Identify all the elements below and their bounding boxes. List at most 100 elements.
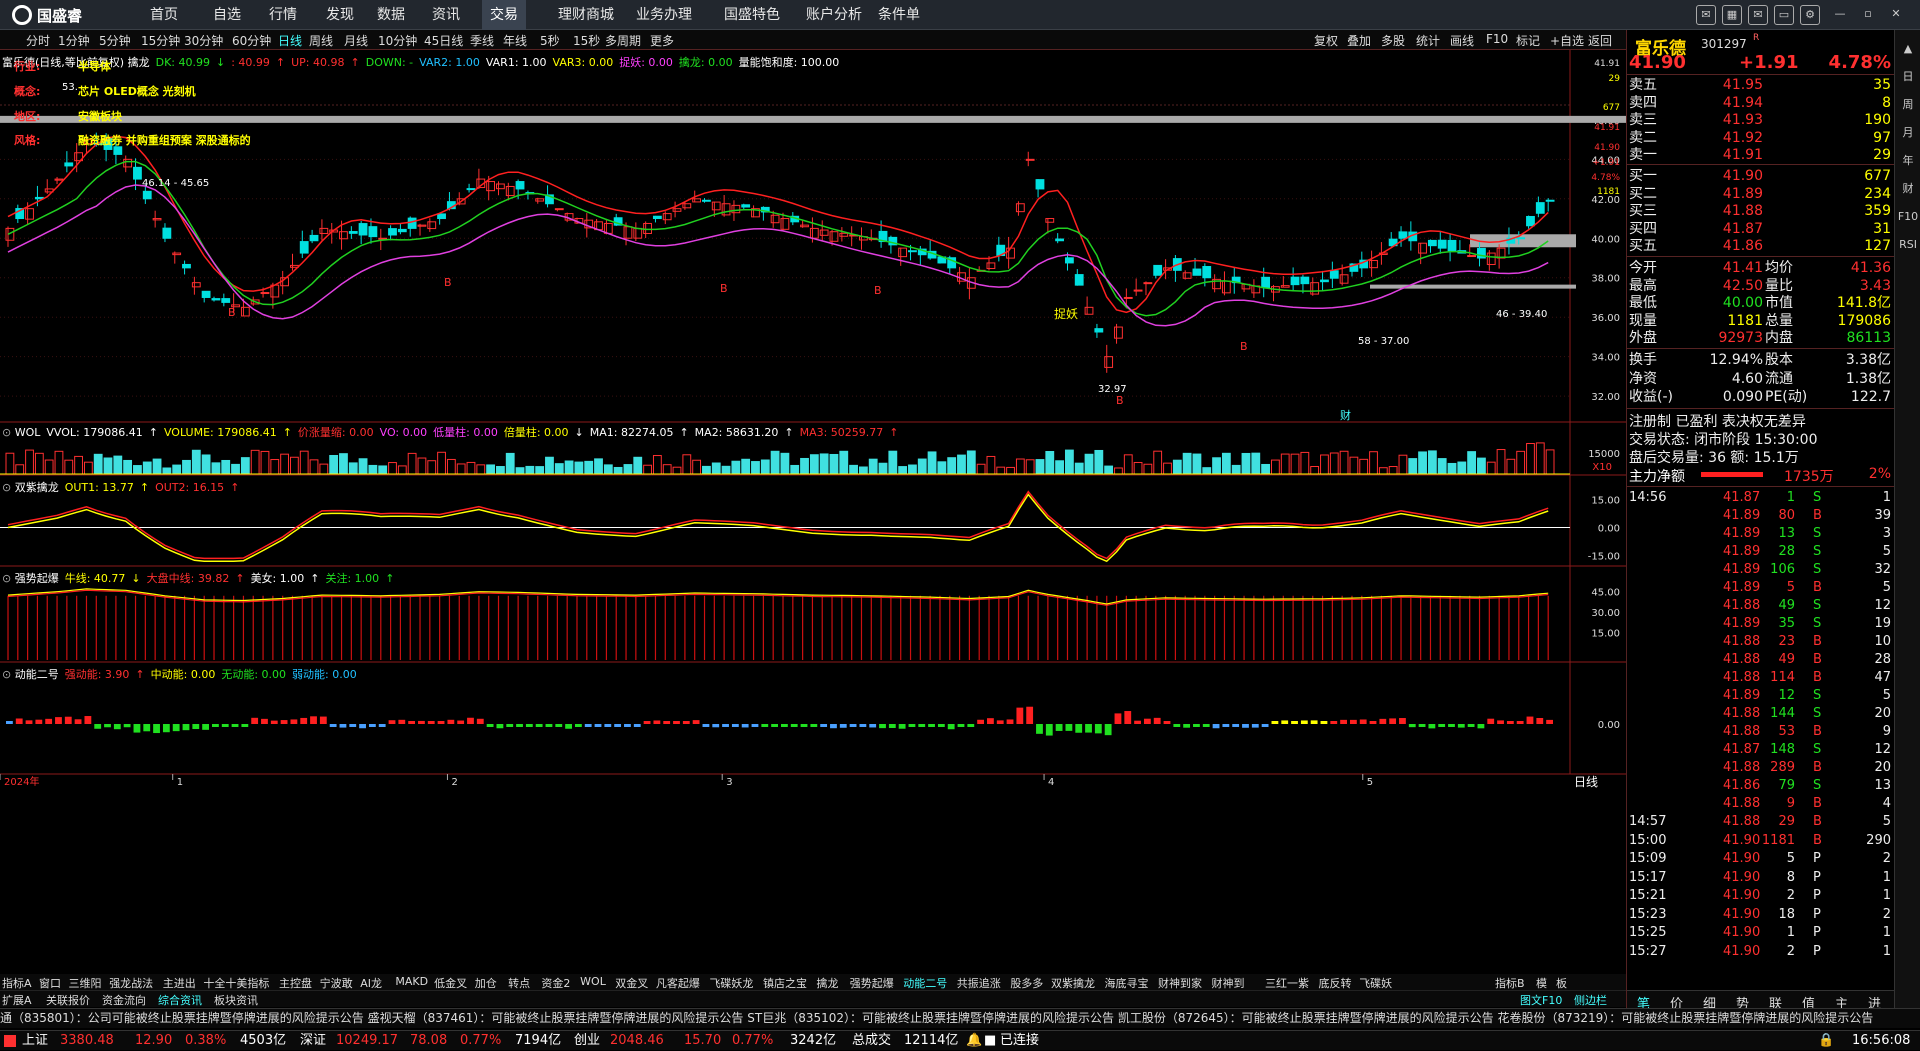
indicator-tab[interactable]: 双紫擒龙 — [1051, 975, 1095, 991]
indicator-tab-right[interactable]: 模 — [1536, 975, 1547, 991]
collapse-icon[interactable]: ⊙ — [2, 668, 11, 681]
indicator-tab[interactable]: 飞碟妖 — [1359, 975, 1392, 991]
indicator-tab[interactable]: 财神到 — [1212, 975, 1245, 991]
message-icon[interactable]: ✉ — [1696, 5, 1716, 25]
ask-row[interactable]: 卖五 41.95 35 — [1627, 76, 1895, 94]
indicator-tab[interactable]: AI龙 — [360, 975, 382, 991]
sidebar-button[interactable]: 财 — [1897, 178, 1919, 200]
nav-item[interactable]: 国盛特色 — [716, 0, 788, 30]
period-tab[interactable]: 1分钟 — [58, 32, 90, 49]
close-icon[interactable]: ✕ — [1886, 5, 1906, 25]
news-ticker[interactable]: 通（835801）：公司可能被终止股票挂牌暨停牌进展的风险提示公告 盛视天榴（8… — [0, 1008, 1920, 1028]
indicator-tab[interactable]: 宁波敢 — [320, 975, 353, 991]
chart-tool-button[interactable]: 画线 — [1450, 32, 1474, 49]
collapse-icon[interactable]: ⊙ — [2, 572, 11, 585]
chart-area[interactable]: 46.0044.0042.0040.0038.0036.0034.0032.00… — [0, 50, 1626, 968]
period-tab[interactable]: 15秒 — [573, 32, 600, 49]
app-logo[interactable]: 国盛睿 — [12, 5, 82, 25]
period-tab[interactable]: 更多 — [650, 32, 674, 49]
nav-item[interactable]: 发现 — [318, 0, 362, 30]
chart-tool-button[interactable]: 统计 — [1416, 32, 1440, 49]
indicator-tab[interactable]: 十全十美指标 — [203, 975, 269, 991]
sidebar-button[interactable]: ▲ — [1897, 38, 1919, 60]
indicator-tab[interactable]: 强龙战法 — [109, 975, 153, 991]
extension-tab[interactable]: 扩展A — [2, 992, 32, 1008]
indicator-tab[interactable]: 转点 — [508, 975, 530, 991]
indicator-tab[interactable]: MAKD — [395, 975, 428, 988]
period-tab[interactable]: 季线 — [470, 32, 494, 49]
period-tab[interactable]: 5分钟 — [99, 32, 131, 49]
bell-icon[interactable]: 🔔 — [966, 1031, 982, 1051]
bid-row[interactable]: 买三 41.88 359 — [1627, 202, 1895, 220]
kline-chart-svg[interactable]: 46.0044.0042.0040.0038.0036.0034.0032.00… — [0, 50, 1626, 968]
settings-icon[interactable]: ⚙ — [1800, 5, 1820, 25]
indicator-tab[interactable]: 财神到家 — [1158, 975, 1202, 991]
period-tab[interactable]: 45日线 — [424, 32, 463, 49]
indicator-tab[interactable]: 指标A — [2, 975, 32, 991]
nav-item[interactable]: 条件单 — [870, 0, 928, 30]
period-tab[interactable]: 10分钟 — [378, 32, 417, 49]
indicator-tab[interactable]: 窗口 — [39, 975, 61, 991]
indicator-tab[interactable]: WOL — [580, 975, 606, 988]
ask-row[interactable]: 卖四 41.94 8 — [1627, 94, 1895, 112]
indicator-tab[interactable]: 底反转 — [1319, 975, 1352, 991]
period-tab[interactable]: 5秒 — [540, 32, 560, 49]
lock-icon[interactable]: 🔒 — [1818, 1031, 1834, 1051]
period-tab[interactable]: 15分钟 — [141, 32, 180, 49]
nav-item[interactable]: 业务办理 — [628, 0, 700, 30]
chart-tool-button[interactable]: 叠加 — [1347, 32, 1371, 49]
bid-row[interactable]: 买二 41.89 234 — [1627, 185, 1895, 203]
extension-tab[interactable]: 资金流向 — [102, 992, 146, 1008]
indicator-tab[interactable]: 镇店之宝 — [763, 975, 807, 991]
nav-item[interactable]: 交易 — [482, 0, 526, 30]
indicator-tab[interactable]: 擒龙 — [816, 975, 838, 991]
indicator-tab[interactable]: 凡客起爆 — [656, 975, 700, 991]
screen-icon[interactable]: ▭ — [1774, 5, 1794, 25]
period-tab[interactable]: 月线 — [344, 32, 368, 49]
indicator-tab[interactable]: 三维阳 — [69, 975, 102, 991]
nav-item[interactable]: 自选 — [205, 0, 249, 30]
period-tab[interactable]: 60分钟 — [232, 32, 271, 49]
indicator-tab[interactable]: 资金2 — [541, 975, 570, 991]
indicator-tab[interactable]: 主进出 — [163, 975, 196, 991]
chart-tool-button[interactable]: 返回 — [1588, 32, 1612, 49]
bid-row[interactable]: 买五 41.86 127 — [1627, 237, 1895, 255]
grid-icon[interactable]: ▦ — [1722, 5, 1742, 25]
indicator-tab[interactable]: 动能二号 — [903, 975, 947, 991]
indicator-tab[interactable]: 海底寻宝 — [1104, 975, 1148, 991]
nav-item[interactable]: 资讯 — [424, 0, 468, 30]
indicator-tab[interactable]: 共振追涨 — [957, 975, 1001, 991]
indicator-tab[interactable]: 强势起爆 — [850, 975, 894, 991]
extension-tab-right[interactable]: 侧边栏 — [1574, 992, 1607, 1008]
chart-tool-button[interactable]: F10 — [1486, 32, 1508, 46]
nav-item[interactable]: 首页 — [142, 0, 186, 30]
indicator-tab-right[interactable]: 指标B — [1495, 975, 1525, 991]
nav-item[interactable]: 账户分析 — [798, 0, 870, 30]
ask-row[interactable]: 卖二 41.92 97 — [1627, 129, 1895, 147]
indicator-tab[interactable]: 飞碟妖龙 — [709, 975, 753, 991]
chart-tool-button[interactable]: 多股 — [1381, 32, 1405, 49]
sidebar-button[interactable]: 月 — [1897, 122, 1919, 144]
indicator-tab[interactable]: 加仓 — [475, 975, 497, 991]
collapse-icon[interactable]: ⊙ — [2, 481, 11, 494]
minimize-icon[interactable]: — — [1830, 5, 1850, 25]
period-tab[interactable]: 年线 — [503, 32, 527, 49]
indicator-tab[interactable]: 股多多 — [1010, 975, 1043, 991]
extension-tab[interactable]: 板块资讯 — [214, 992, 258, 1008]
period-tab[interactable]: 多周期 — [605, 32, 641, 49]
indicator-tab[interactable]: 三红一紫 — [1265, 975, 1309, 991]
chart-tool-button[interactable]: 标记 — [1516, 32, 1540, 49]
chart-tool-button[interactable]: +自选 — [1550, 32, 1584, 49]
ask-row[interactable]: 卖三 41.93 190 — [1627, 111, 1895, 129]
indicator-tab[interactable]: 双金叉 — [615, 975, 648, 991]
collapse-icon[interactable]: ⊙ — [2, 426, 11, 439]
bid-row[interactable]: 买一 41.90 677 — [1627, 167, 1895, 185]
indicator-tab[interactable]: 低金叉 — [434, 975, 467, 991]
nav-item[interactable]: 行情 — [261, 0, 305, 30]
indicator-tab[interactable]: 主控盘 — [279, 975, 312, 991]
sidebar-button[interactable]: RSI — [1897, 234, 1919, 256]
extension-tab-right[interactable]: 图文F10 — [1520, 992, 1562, 1008]
period-tab[interactable]: 日线 — [278, 32, 302, 49]
sidebar-button[interactable]: 日 — [1897, 66, 1919, 88]
indicator-tab-right[interactable]: 板 — [1556, 975, 1567, 991]
